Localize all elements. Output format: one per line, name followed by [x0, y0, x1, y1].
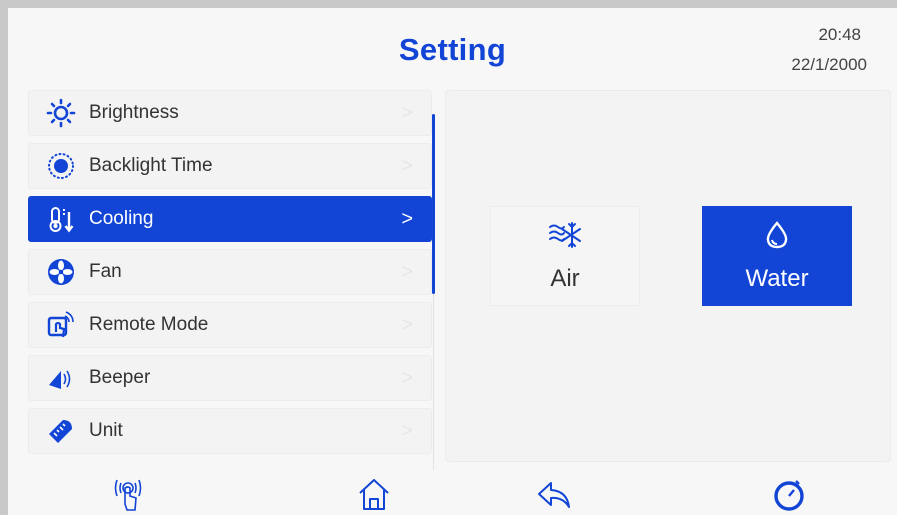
menu-item-label: Cooling [89, 208, 154, 229]
chevron-right-icon: > [401, 420, 413, 442]
menu-item-fan[interactable]: Fan > [28, 249, 432, 295]
wind-snowflake-icon [548, 220, 582, 255]
menu-item-label: Brightness [89, 102, 179, 123]
menu-item-beeper[interactable]: Beeper > [28, 355, 432, 401]
menu-item-unit[interactable]: Unit > [28, 408, 432, 454]
fan-icon [45, 256, 77, 288]
clock-date: 22/1/2000 [791, 55, 867, 74]
chevron-right-icon: > [401, 155, 413, 177]
chevron-right-icon: > [401, 367, 413, 389]
backlight-icon [45, 150, 77, 182]
menu-item-label: Unit [89, 420, 123, 441]
air-option-button[interactable]: Air [490, 206, 640, 306]
menu-item-label: Remote Mode [89, 314, 209, 335]
clock: 20:48 22/1/2000 [791, 20, 867, 80]
page-title: Setting [398, 32, 507, 67]
chevron-right-icon: > [401, 314, 413, 336]
water-drop-icon [764, 220, 790, 255]
chevron-right-icon: > [401, 102, 413, 124]
speaker-icon [45, 362, 77, 394]
touch-icon[interactable] [106, 472, 150, 515]
menu-item-brightness[interactable]: Brightness > [28, 90, 432, 136]
brightness-icon [45, 97, 77, 129]
settings-screen: Setting 20:48 22/1/2000 Brightness > Bac… [8, 8, 897, 515]
menu-item-label: Fan [89, 261, 122, 282]
remote-touch-icon [45, 309, 77, 341]
chevron-right-icon: > [401, 261, 413, 283]
air-option-label: Air [550, 264, 580, 292]
water-option-label: Water [745, 264, 809, 292]
menu-item-backlight-time[interactable]: Backlight Time > [28, 143, 432, 189]
timer-icon[interactable] [767, 472, 811, 515]
menu-item-label: Backlight Time [89, 155, 213, 176]
home-icon[interactable] [352, 472, 396, 515]
menu-item-label: Beeper [89, 367, 151, 388]
chevron-right-icon: > [401, 208, 413, 230]
water-option-button[interactable]: Water [702, 206, 852, 306]
clock-time: 20:48 [818, 25, 861, 44]
settings-menu: Brightness > Backlight Time > Cooling > … [28, 90, 432, 461]
thermometer-icon [45, 203, 77, 235]
back-icon[interactable] [532, 472, 576, 515]
ruler-icon [45, 415, 77, 447]
menu-item-remote-mode[interactable]: Remote Mode > [28, 302, 432, 348]
menu-item-cooling[interactable]: Cooling > [28, 196, 432, 242]
cooling-options-panel: Air Water [445, 90, 891, 462]
bottom-nav [8, 470, 897, 515]
scrollbar-thumb[interactable] [432, 114, 435, 294]
